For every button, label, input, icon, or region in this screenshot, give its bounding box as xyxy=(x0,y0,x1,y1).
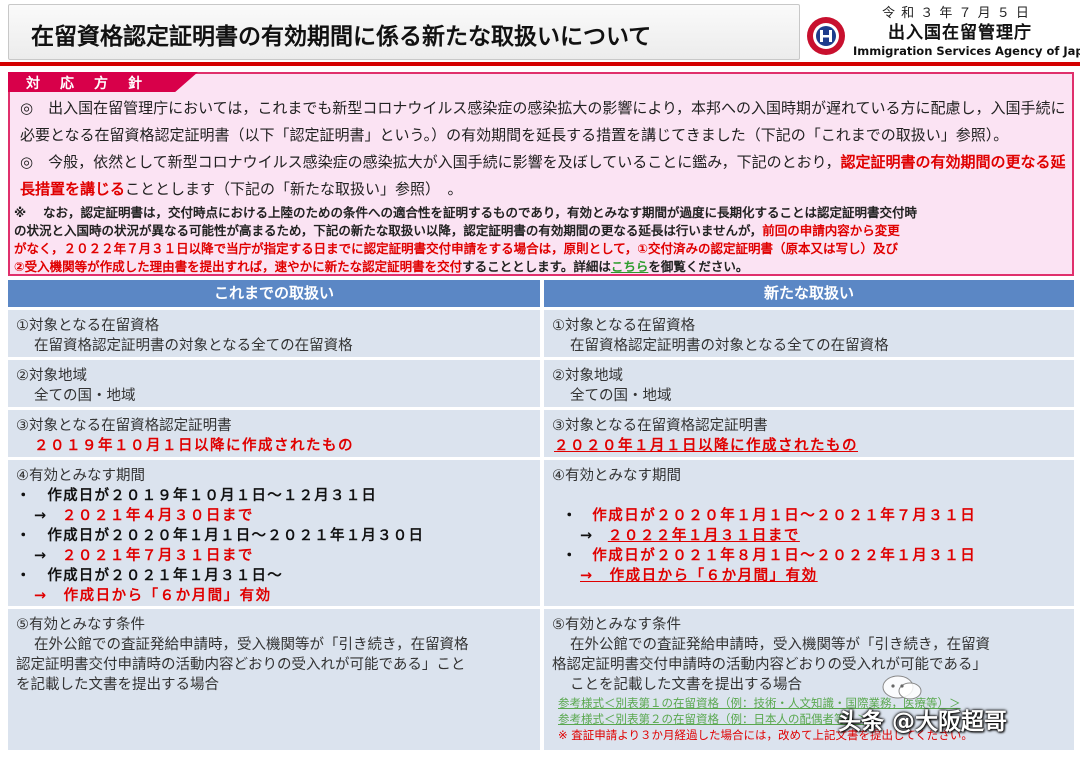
policy-note-line1: ※ なお，認定証明書は，交付時点における上陸のための条件への適合性を証明するもの… xyxy=(14,205,918,220)
old-target-region-cell: ②対象地域 全ての国・地域 xyxy=(8,360,540,407)
policy-para2-text: ◎ 今般，依然として新型コロナウイルス感染症の感染拡大が入国手続に影響を及ぼして… xyxy=(20,153,841,171)
period-result: → ２０２２年１月３１日まで xyxy=(552,526,1066,546)
cell-text: 在外公館での査証発給申請時，受入機関等が「引き続き，在留資格 xyxy=(34,637,469,653)
old-validity-condition-cell: ⑤有効とみなす条件 在外公館での査証発給申請時，受入機関等が「引き続き，在留資格… xyxy=(8,609,540,750)
policy-tab-label: 対応方針 xyxy=(26,76,162,92)
policy-note-text-tail: を御覧ください。 xyxy=(648,259,749,274)
agency-name-en: Immigration Services Agency of Japan xyxy=(853,44,1080,58)
watermark: 头条 @大阪超哥 xyxy=(838,709,1008,735)
cell-heading: ④有効とみなす期間 xyxy=(16,468,145,484)
policy-box: 対応方針 ◎ 出入国在留管理庁においては，これまでも新型コロナウイルス感染症の感… xyxy=(8,72,1074,276)
policy-note-highlight: 前回の申請内容から変更 xyxy=(762,223,900,238)
title-banner: 在留資格認定証明書の有効期間に係る新たな取扱いについて xyxy=(8,4,800,60)
policy-tab: 対応方針 xyxy=(8,72,198,92)
cell-heading: ④有効とみなす期間 xyxy=(552,468,681,484)
cell-heading: ③対象となる在留資格認定証明書 xyxy=(552,418,768,434)
policy-note-line4: ②受入機関等が作成した理由書を提出すれば，速やかに新たな認定証明書を交付すること… xyxy=(14,258,748,276)
period-item: ・ 作成日が２０２１年８月１日～２０２２年１月３１日 xyxy=(552,546,1066,566)
cell-text: 在外公館での査証発給申請時，受入機関等が「引き続き，在留資 xyxy=(570,637,991,653)
period-item: ・ 作成日が２０２１年１月３１日～ xyxy=(16,568,283,584)
details-link[interactable]: こちら xyxy=(611,259,649,274)
period-range: 作成日が２０２１年８月１日～２０２２年１月３１日 xyxy=(592,548,977,564)
policy-note-line2: の状況と入国時の状況が異なる可能性が高まるため，下記の新たな取扱い以降，認定証明… xyxy=(14,222,900,240)
cell-text: 認定証明書交付申請時の活動内容どおりの受入れが可能である」こと xyxy=(16,657,466,673)
cell-heading: ②対象地域 xyxy=(16,368,87,384)
period-deadline: ２０２１年７月３１日まで xyxy=(61,548,254,564)
new-target-status-cell: ①対象となる在留資格 在留資格認定証明書の対象となる全ての在留資格 xyxy=(544,310,1074,357)
new-validity-period-cell: ④有効とみなす期間 ・ 作成日が２０２０年１月１日～２０２１年７月３１日 → ２… xyxy=(544,460,1074,606)
cell-heading: ①対象となる在留資格 xyxy=(16,318,160,334)
bullet: ・ xyxy=(562,508,578,524)
cell-heading: ⑤有効とみなす条件 xyxy=(552,617,681,633)
cell-heading: ③対象となる在留資格認定証明書 xyxy=(16,418,232,434)
old-target-certificate-cell: ③対象となる在留資格認定証明書 ２０１９年１０月１日以降に作成されたもの xyxy=(8,410,540,457)
period-deadline: ２０２２年１月３１日まで xyxy=(607,528,800,544)
old-target-status-cell: ①対象となる在留資格 在留資格認定証明書の対象となる全ての在留資格 xyxy=(8,310,540,357)
old-certificate-date: ２０１９年１０月１日以降に作成されたもの xyxy=(34,438,354,454)
cell-text: 格認定証明書交付申請時の活動内容どおりの受入れが可能である」 xyxy=(552,657,987,673)
cell-text: 全ての国・地域 xyxy=(570,388,672,404)
new-target-region-cell: ②対象地域 全ての国・地域 xyxy=(544,360,1074,407)
new-target-certificate-cell: ③対象となる在留資格認定証明書 ２０２０年１月１日以降に作成されたもの xyxy=(544,410,1074,457)
policy-para2-line1: ◎ 今般，依然として新型コロナウイルス感染症の感染拡大が入国手続に影響を及ぼして… xyxy=(20,149,1066,175)
policy-note-line3: がなく，２０２２年７月３１日以降で当庁が指定する日までに認定証明書交付申請をする… xyxy=(14,241,898,256)
header-new-handling: 新たな取扱い xyxy=(544,280,1074,307)
cell-heading: ⑤有効とみなす条件 xyxy=(16,617,145,633)
period-item: ・ 作成日が２０２０年１月１日～２０２１年７月３１日 xyxy=(552,506,1066,526)
period-deadline: ２０２１年４月３０日まで xyxy=(61,508,254,524)
cell-text: 全ての国・地域 xyxy=(34,388,136,404)
policy-para1-line1: ◎ 出入国在留管理庁においては，これまでも新型コロナウイルス感染症の感染拡大の影… xyxy=(20,99,1066,117)
policy-note-highlight-end: ②受入機関等が作成した理由書を提出すれば，速やかに新たな認定証明書を交付 xyxy=(14,259,463,274)
arrow-icon: → xyxy=(580,528,594,544)
cell-heading: ②対象地域 xyxy=(552,368,623,384)
period-item: ・ 作成日が２０２０年１月１日～２０２１年１月３０日 xyxy=(16,528,425,544)
period-item: ・ 作成日が２０１９年１０月１日～１２月３１日 xyxy=(16,488,378,504)
policy-note-text-end: することとします。詳細は xyxy=(462,259,611,274)
bullet: ・ xyxy=(562,548,578,564)
arrow-icon: → xyxy=(34,508,48,524)
cell-text: 在留資格認定証明書の対象となる全ての在留資格 xyxy=(34,338,353,354)
period-result: → ２０２１年４月３０日まで xyxy=(16,506,532,526)
agency-emblem-icon xyxy=(807,17,845,55)
policy-para2-highlight-end: 長措置を講じる xyxy=(20,180,126,198)
agency-name-ja: 出入国在留管理庁 xyxy=(888,23,1032,43)
policy-para2-highlight: 認定証明書の有効期間の更なる延 xyxy=(840,153,1066,171)
cell-text: ことを記載した文書を提出する場合 xyxy=(570,677,802,693)
chat-bubble-icon xyxy=(882,675,922,700)
cell-heading: ①対象となる在留資格 xyxy=(552,318,696,334)
header-old-handling: これまでの取扱い xyxy=(8,280,540,307)
policy-para2-line2: 長措置を講じることとします（下記の「新たな取扱い」参照） 。 xyxy=(20,176,463,202)
policy-note-text: の状況と入国時の状況が異なる可能性が高まるため，下記の新たな取扱い以降，認定証明… xyxy=(14,223,763,238)
old-validity-period-cell: ④有効とみなす期間 ・ 作成日が２０１９年１０月１日～１２月３１日 → ２０２１… xyxy=(8,460,540,606)
period-result: → ２０２１年７月３１日まで xyxy=(16,546,532,566)
cell-text: 在留資格認定証明書の対象となる全ての在留資格 xyxy=(570,338,889,354)
period-range: 作成日が２０２０年１月１日～２０２１年７月３１日 xyxy=(592,508,977,524)
page: 在留資格認定証明書の有効期間に係る新たな取扱いについて 令 和 ３ 年 ７ 月 … xyxy=(0,0,1080,758)
header-divider xyxy=(0,62,1080,66)
page-title: 在留資格認定証明書の有効期間に係る新たな取扱いについて xyxy=(31,24,652,50)
cell-text: を記載した文書を提出する場合 xyxy=(16,677,219,693)
new-certificate-date: ２０２０年１月１日以降に作成されたもの xyxy=(554,438,858,454)
policy-para1-line2: 必要となる在留資格認定証明書（以下「認定証明書」という。）の有効期間を延長する措… xyxy=(20,126,1009,144)
period-result: → 作成日から「６か月間」有効 xyxy=(34,588,272,604)
period-result: → 作成日から「６か月間」有効 xyxy=(580,568,818,584)
policy-para2-text-end: こととします（下記の「新たな取扱い」参照） 。 xyxy=(125,180,463,198)
arrow-icon: → xyxy=(34,548,48,564)
